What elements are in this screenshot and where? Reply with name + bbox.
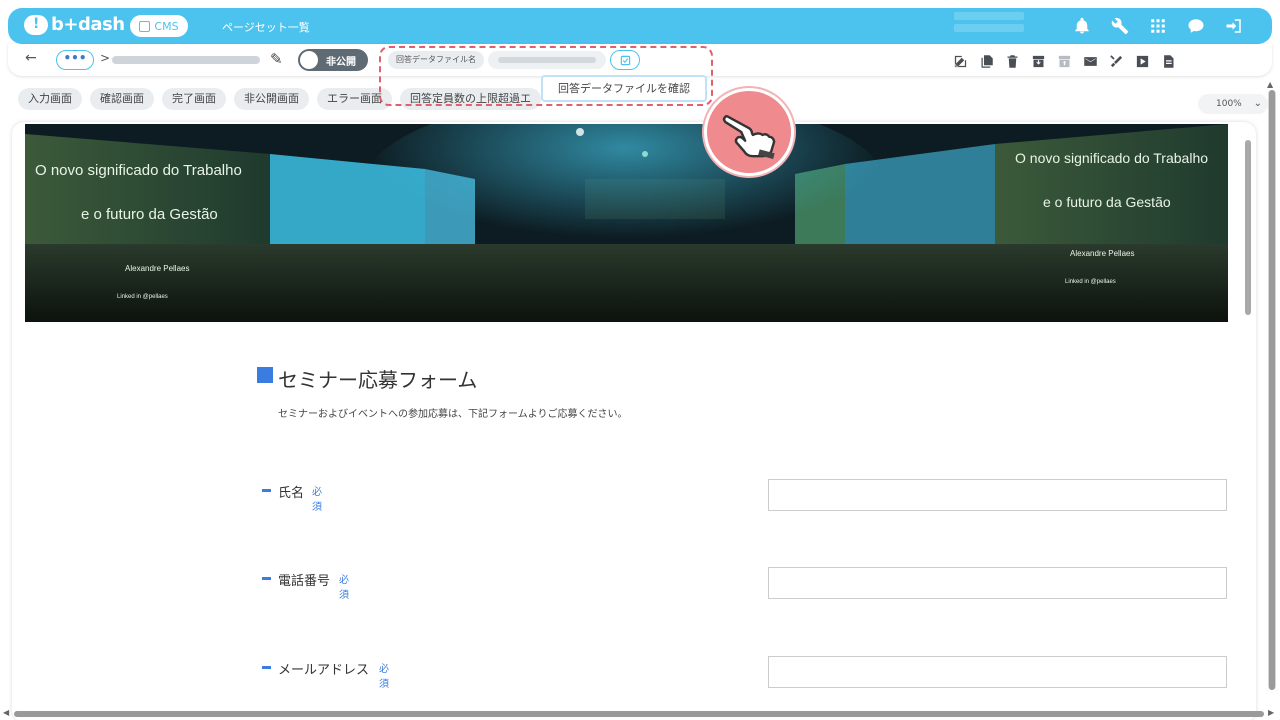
scroll-right-arrow-icon[interactable]: ▶ <box>1268 708 1274 717</box>
tab-confirm-screen[interactable]: 確認画面 <box>90 88 154 110</box>
trash-icon[interactable] <box>1002 51 1022 71</box>
chat-icon[interactable] <box>1186 16 1206 36</box>
unarchive-icon <box>1054 51 1074 71</box>
right-screen-author: Alexandre Pellaes <box>1070 249 1135 258</box>
scroll-left-arrow-icon[interactable]: ◀ <box>3 708 9 717</box>
tab-input-screen[interactable]: 入力画面 <box>18 88 82 110</box>
vertical-scrollbar-thumb[interactable] <box>1269 90 1275 690</box>
copy-icon[interactable] <box>976 51 996 71</box>
pointing-hand-icon <box>704 88 794 176</box>
field-dash-icon <box>262 577 271 580</box>
back-arrow-icon[interactable]: ← <box>25 50 37 66</box>
required-badge: 必須 <box>312 487 322 513</box>
required-badge: 必須 <box>339 575 349 601</box>
field-dash-icon <box>262 489 271 492</box>
chevron-down-icon: ⌄ <box>1253 98 1262 109</box>
top-header-bar: b+dash CMS ページセット一覧 <box>8 8 1272 44</box>
title-accent-square <box>257 367 273 383</box>
logo-bubble-icon <box>24 14 48 35</box>
name-input[interactable] <box>768 479 1227 511</box>
preview-scrollbar[interactable] <box>1245 140 1251 315</box>
bdash-logo[interactable]: b+dash <box>24 14 125 35</box>
page-preview-panel: O novo significado do Trabalho e o futur… <box>12 122 1256 720</box>
rename-pencil-icon[interactable]: ✎ <box>270 50 283 68</box>
right-screen-line1: O novo significado do Trabalho <box>1015 150 1209 166</box>
required-badge: 必須 <box>379 664 389 690</box>
right-screen-social: Linked in @pellaes <box>1065 279 1116 285</box>
left-screen-line1: O novo significado do Trabalho <box>35 162 242 179</box>
horizontal-scrollbar[interactable] <box>14 711 1264 717</box>
blurred-account-info <box>954 12 1024 20</box>
cms-button[interactable]: CMS <box>130 15 188 37</box>
field-label-email: メールアドレス <box>278 663 370 678</box>
zoom-value: 100% <box>1216 99 1242 109</box>
scroll-up-arrow-icon[interactable]: ▲ <box>1267 80 1273 89</box>
breadcrumb-current-page[interactable] <box>112 56 260 64</box>
archive-icon[interactable] <box>1028 51 1048 71</box>
edit-icon[interactable] <box>950 51 970 71</box>
visibility-toggle-label: 非公開 <box>326 57 356 68</box>
more-breadcrumb-button[interactable]: ••• <box>56 50 94 70</box>
field-label-phone: 電話番号 <box>278 574 331 589</box>
check-file-tooltip: 回答データファイルを確認 <box>541 75 707 102</box>
mail-icon[interactable] <box>1080 51 1100 71</box>
play-icon[interactable] <box>1132 51 1152 71</box>
logout-icon[interactable] <box>1224 16 1244 36</box>
tools-icon[interactable] <box>1106 51 1126 71</box>
email-input[interactable] <box>768 656 1227 688</box>
form-description: セミナーおよびイベントへの参加応募は、下記フォームよりご応募ください。 <box>278 409 628 420</box>
logo-text: b+dash <box>51 14 125 35</box>
toggle-knob <box>300 51 318 69</box>
page-title: ページセット一覧 <box>222 21 310 34</box>
form-title: セミナー応募フォーム <box>278 368 478 392</box>
tab-private-screen[interactable]: 非公開画面 <box>234 88 309 110</box>
visibility-toggle[interactable]: 非公開 <box>298 49 368 71</box>
right-screen-line2: e o futuro da Gestão <box>1043 194 1171 210</box>
cms-edit-icon <box>139 20 151 32</box>
field-dash-icon <box>262 666 271 669</box>
left-screen-social: Linked in @pellaes <box>117 294 168 300</box>
zoom-select[interactable]: 100% ⌄ <box>1198 94 1268 114</box>
field-label-name: 氏名 <box>278 486 305 501</box>
page-action-icons <box>950 51 1178 71</box>
header-icon-group <box>1072 16 1244 36</box>
left-screen-line2: e o futuro da Gestão <box>81 206 218 223</box>
cms-label: CMS <box>154 19 179 33</box>
hero-banner-image: O novo significado do Trabalho e o futur… <box>25 124 1228 322</box>
left-screen-author: Alexandre Pellaes <box>125 264 190 273</box>
tab-complete-screen[interactable]: 完了画面 <box>162 88 226 110</box>
grid-icon[interactable] <box>1148 16 1168 36</box>
document-icon[interactable] <box>1158 51 1178 71</box>
breadcrumb-separator: > <box>100 51 111 65</box>
wrench-icon[interactable] <box>1110 16 1130 36</box>
bell-icon[interactable] <box>1072 16 1092 36</box>
blurred-account-info-2 <box>954 24 1024 32</box>
phone-input[interactable] <box>768 567 1227 599</box>
